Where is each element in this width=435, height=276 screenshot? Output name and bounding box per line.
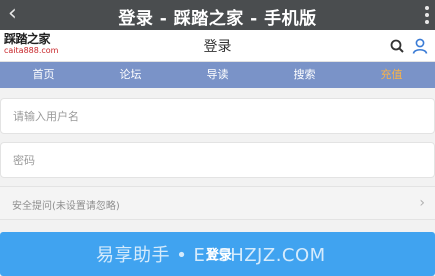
nav-item-recharge[interactable]: 充值 (348, 62, 435, 88)
password-input[interactable] (1, 143, 434, 177)
nav-item-forum[interactable]: 论坛 (87, 62, 174, 88)
window-title: 登录 - 踩踏之家 - 手机版 (118, 9, 317, 29)
nav-item-guide[interactable]: 导读 (174, 62, 261, 88)
watermark-text: 易享助手 • EXSHZJZ.COM (96, 245, 326, 266)
security-question-label: 安全提问(未设置请忽略) (12, 201, 120, 212)
nav-item-search[interactable]: 搜索 (261, 62, 348, 88)
title-bar: ‹ 登录 - 踩踏之家 - 手机版 (0, 0, 435, 30)
nav-item-home[interactable]: 首页 (0, 62, 87, 88)
search-icon[interactable] (389, 38, 405, 54)
site-header: 踩踏之家 caita888.com 登录 (0, 30, 435, 62)
user-icon[interactable] (411, 37, 429, 55)
main-nav: 首页 论坛 导读 搜索 充值 (0, 62, 435, 88)
security-question-select[interactable]: 安全提问(未设置请忽略) › (0, 186, 435, 220)
username-field-box (0, 98, 435, 134)
username-input[interactable] (1, 99, 434, 133)
page-title: 登录 (203, 39, 232, 55)
vertical-dots-icon[interactable] (425, 6, 429, 24)
chevron-right-icon: › (419, 195, 425, 211)
password-field-box (0, 142, 435, 178)
